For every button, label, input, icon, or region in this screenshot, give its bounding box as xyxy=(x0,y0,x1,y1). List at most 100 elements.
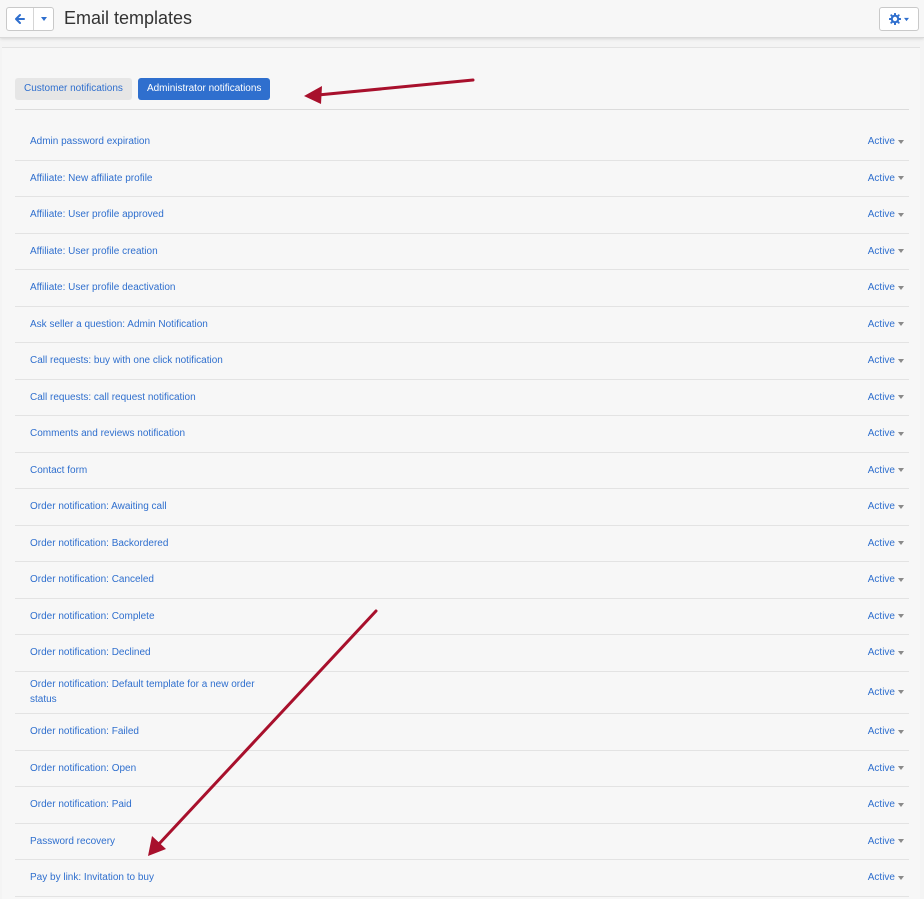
template-link[interactable]: Affiliate: User profile creation xyxy=(30,244,158,259)
template-link[interactable]: Ask seller a question: Admin Notificatio… xyxy=(30,317,208,332)
status-dropdown[interactable]: Active xyxy=(868,501,904,512)
status-label: Active xyxy=(867,428,895,440)
table-row: Comments and reviews notification Active xyxy=(15,416,909,453)
template-link[interactable]: Call requests: buy with one click notifi… xyxy=(30,353,223,368)
table-row: Order notification: Declined Active xyxy=(15,635,909,672)
back-button[interactable] xyxy=(7,8,33,30)
status-dropdown[interactable]: Active xyxy=(868,574,904,585)
status-label: Active xyxy=(867,355,895,367)
caret-down-icon xyxy=(898,139,904,144)
back-button-group xyxy=(6,7,54,31)
table-row: Order notification: Failed Active xyxy=(15,714,909,751)
template-link[interactable]: Affiliate: New affiliate profile xyxy=(30,171,152,186)
status-label: Active xyxy=(867,391,895,403)
caret-down-icon xyxy=(898,729,904,734)
status-dropdown[interactable]: Active xyxy=(868,872,904,883)
status-dropdown[interactable]: Active xyxy=(868,687,904,698)
status-dropdown[interactable]: Active xyxy=(868,319,904,330)
template-link[interactable]: Call requests: call request notification xyxy=(30,390,196,405)
caret-down-icon xyxy=(898,249,904,254)
table-row: Contact form Active xyxy=(15,453,909,489)
template-link[interactable]: Contact form xyxy=(30,463,87,478)
status-dropdown[interactable]: Active xyxy=(868,647,904,658)
status-label: Active xyxy=(867,464,895,476)
template-link[interactable]: Pay by link: Invitation to buy xyxy=(30,870,154,885)
status-dropdown[interactable]: Active xyxy=(868,763,904,774)
top-toolbar: Email templates xyxy=(0,0,924,38)
status-label: Active xyxy=(867,282,895,294)
caret-down-icon xyxy=(898,504,904,509)
template-link[interactable]: Order notification: Declined xyxy=(30,645,151,660)
table-row: Admin password expiration Active xyxy=(15,124,909,161)
table-row: Order notification: Canceled Active xyxy=(15,562,909,599)
caret-down-icon xyxy=(898,285,904,290)
template-link[interactable]: Admin password expiration xyxy=(30,134,150,149)
status-dropdown[interactable]: Active xyxy=(868,611,904,622)
status-label: Active xyxy=(867,574,895,586)
table-row: Call requests: buy with one click notifi… xyxy=(15,343,909,380)
status-label: Active xyxy=(867,762,895,774)
template-link[interactable]: Order notification: Open xyxy=(30,761,136,776)
arrow-left-icon xyxy=(15,14,25,24)
tab-customer-notifications[interactable]: Customer notifications xyxy=(15,78,132,100)
caret-down-icon xyxy=(898,690,904,695)
status-dropdown[interactable]: Active xyxy=(868,799,904,810)
template-link[interactable]: Order notification: Failed xyxy=(30,724,139,739)
template-link[interactable]: Comments and reviews notification xyxy=(30,426,185,441)
caret-down-icon xyxy=(898,839,904,844)
email-template-list: Admin password expiration Active Affilia… xyxy=(15,124,909,897)
template-link[interactable]: Order notification: Default template for… xyxy=(30,677,270,707)
table-row: Pay by link: Invitation to buy Active xyxy=(15,860,909,897)
tab-administrator-notifications[interactable]: Administrator notifications xyxy=(137,78,271,100)
table-row: Affiliate: User profile creation Active xyxy=(15,234,909,270)
template-link[interactable]: Password recovery xyxy=(30,834,115,849)
status-dropdown[interactable]: Active xyxy=(868,355,904,366)
caret-down-icon xyxy=(898,431,904,436)
template-link[interactable]: Order notification: Complete xyxy=(30,609,155,624)
caret-down-icon xyxy=(898,766,904,771)
status-label: Active xyxy=(867,726,895,738)
template-link[interactable]: Order notification: Backordered xyxy=(30,536,168,551)
status-dropdown[interactable]: Active xyxy=(868,836,904,847)
template-link[interactable]: Affiliate: User profile approved xyxy=(30,207,164,222)
status-dropdown[interactable]: Active xyxy=(868,465,904,476)
status-dropdown[interactable]: Active xyxy=(868,209,904,220)
caret-down-icon xyxy=(898,176,904,181)
status-label: Active xyxy=(867,245,895,257)
status-dropdown[interactable]: Active xyxy=(868,392,904,403)
template-link[interactable]: Order notification: Awaiting call xyxy=(30,499,167,514)
notification-tabs: Customer notifications Administrator not… xyxy=(15,78,271,100)
status-label: Active xyxy=(867,209,895,221)
table-row: Order notification: Default template for… xyxy=(15,672,909,714)
gear-icon xyxy=(888,13,901,25)
template-link[interactable]: Order notification: Canceled xyxy=(30,572,154,587)
table-row: Affiliate: New affiliate profile Active xyxy=(15,161,909,197)
status-label: Active xyxy=(867,686,895,698)
status-dropdown[interactable]: Active xyxy=(868,282,904,293)
status-dropdown[interactable]: Active xyxy=(868,173,904,184)
status-dropdown[interactable]: Active xyxy=(868,136,904,147)
page-title: Email templates xyxy=(64,8,193,28)
status-label: Active xyxy=(867,647,895,659)
status-dropdown[interactable]: Active xyxy=(868,246,904,257)
caret-down-icon xyxy=(898,577,904,582)
status-label: Active xyxy=(867,799,895,811)
main-content: Customer notifications Administrator not… xyxy=(2,47,920,899)
template-link[interactable]: Order notification: Paid xyxy=(30,797,132,812)
status-label: Active xyxy=(867,501,895,513)
status-dropdown[interactable]: Active xyxy=(868,428,904,439)
status-label: Active xyxy=(867,835,895,847)
history-dropdown-button[interactable] xyxy=(33,8,53,30)
status-dropdown[interactable]: Active xyxy=(868,538,904,549)
status-label: Active xyxy=(867,872,895,884)
caret-down-icon xyxy=(898,322,904,327)
tabs-divider xyxy=(15,109,909,110)
status-label: Active xyxy=(867,318,895,330)
caret-down-icon xyxy=(40,17,47,21)
status-label: Active xyxy=(867,172,895,184)
status-dropdown[interactable]: Active xyxy=(868,726,904,737)
template-link[interactable]: Affiliate: User profile deactivation xyxy=(30,280,175,295)
table-row: Order notification: Backordered Active xyxy=(15,526,909,562)
caret-down-icon xyxy=(903,17,909,21)
settings-button[interactable] xyxy=(879,7,919,31)
